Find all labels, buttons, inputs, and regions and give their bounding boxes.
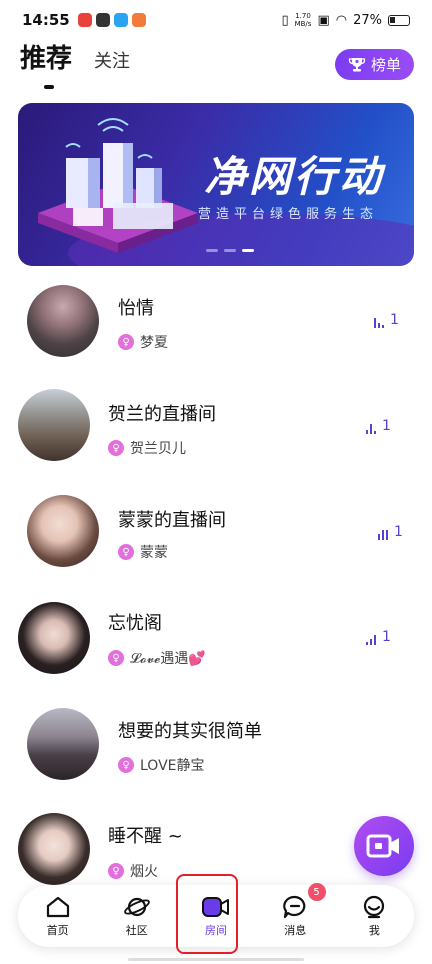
room-avatar bbox=[18, 813, 90, 885]
room-avatar bbox=[18, 389, 90, 461]
room-name: 想要的其实很简单 bbox=[118, 721, 262, 742]
room-name: 蒙蒙的直播间 bbox=[118, 510, 226, 531]
host-gender-icon: ♀ bbox=[108, 863, 124, 879]
banner-title: 净网行动 bbox=[204, 152, 385, 201]
live-signal-icon bbox=[366, 422, 376, 434]
room-name: 怡情 bbox=[118, 298, 154, 319]
status-time: 14:55 bbox=[22, 11, 70, 29]
profile-icon bbox=[364, 895, 385, 918]
active-tab-indicator bbox=[44, 85, 54, 89]
room-online-count: 1 bbox=[366, 418, 391, 434]
room-host: ♀ 𝓛𝓸𝓿𝓮遇遇💕 bbox=[108, 648, 206, 668]
wifi-icon: ◠ bbox=[335, 12, 348, 28]
home-icon bbox=[46, 896, 69, 917]
tab-recommend[interactable]: 推荐 bbox=[20, 38, 72, 89]
room-host: ♀ 贺兰贝儿 bbox=[108, 438, 186, 458]
pagination-dot bbox=[206, 249, 218, 252]
status-bar: 14:55 ▯ 1.70 MB/s ▣ ◠ 27% bbox=[0, 0, 432, 40]
room-name: 睡不醒 ~ bbox=[108, 826, 183, 847]
room-online-count: 1 bbox=[366, 629, 391, 645]
room-avatar bbox=[27, 495, 99, 567]
host-gender-icon: ♀ bbox=[118, 757, 134, 773]
weibo-icon bbox=[77, 13, 92, 27]
nav-home[interactable]: 首页 bbox=[18, 885, 97, 947]
nav-community[interactable]: 社区 bbox=[97, 885, 176, 947]
live-signal-icon bbox=[374, 316, 384, 328]
host-gender-icon: ♀ bbox=[118, 334, 134, 350]
notification-icons bbox=[77, 13, 146, 27]
room-item[interactable]: 忘忧阁 ♀ 𝓛𝓸𝓿𝓮遇遇💕 1 bbox=[0, 595, 432, 695]
net-speed: 1.70 MB/s bbox=[294, 12, 312, 28]
banner-pagination bbox=[206, 249, 254, 252]
tab-follow[interactable]: 关注 bbox=[94, 47, 130, 73]
battery-percent: 27% bbox=[353, 12, 382, 28]
rank-button[interactable]: 榜单 bbox=[335, 49, 414, 80]
pagination-dot bbox=[224, 249, 236, 252]
room-name: 忘忧阁 bbox=[108, 613, 162, 634]
promo-banner[interactable]: 净网行动 营造平台绿色服务生态 bbox=[18, 103, 414, 266]
room-host: ♀ LOVE静宝 bbox=[118, 755, 205, 775]
host-gender-icon: ♀ bbox=[118, 544, 134, 560]
room-host: ♀ 烟火 bbox=[108, 861, 158, 881]
room-avatar bbox=[27, 285, 99, 357]
live-signal-icon bbox=[378, 528, 388, 540]
home-indicator bbox=[128, 958, 304, 961]
room-avatar bbox=[27, 708, 99, 780]
unread-badge: 5 bbox=[307, 883, 326, 901]
top-tabs: 推荐 关注 bbox=[20, 38, 130, 89]
room-name: 贺兰的直播间 bbox=[108, 404, 216, 425]
message-icon bbox=[283, 895, 306, 918]
room-item[interactable]: 怡情 ♀ 梦夏 1 bbox=[0, 278, 432, 378]
app-icon bbox=[131, 13, 146, 27]
selection-highlight-box bbox=[176, 874, 238, 954]
host-gender-icon: ♀ bbox=[108, 440, 124, 456]
planet-icon bbox=[123, 897, 150, 916]
sim-icon: ▣ bbox=[317, 12, 330, 28]
app-icon bbox=[113, 13, 128, 27]
room-item[interactable]: 蒙蒙的直播间 ♀ 蒙蒙 1 bbox=[0, 490, 432, 590]
room-item[interactable]: 贺兰的直播间 ♀ 贺兰贝儿 1 bbox=[0, 384, 432, 484]
room-online-count: 1 bbox=[374, 312, 399, 328]
video-camera-icon bbox=[366, 834, 399, 858]
live-signal-icon bbox=[366, 633, 376, 645]
room-host: ♀ 蒙蒙 bbox=[118, 542, 168, 562]
host-gender-icon: ♀ bbox=[108, 650, 124, 666]
nav-messages[interactable]: 消息 5 bbox=[256, 883, 335, 947]
nav-me[interactable]: 我 bbox=[335, 885, 414, 947]
battery-icon bbox=[388, 14, 410, 26]
room-online-count: 1 bbox=[378, 524, 403, 540]
vibrate-icon: ▯ bbox=[281, 12, 289, 28]
banner-subtitle: 营造平台绿色服务生态 bbox=[198, 207, 379, 222]
trophy-icon bbox=[348, 57, 366, 71]
pagination-dot-active bbox=[242, 249, 254, 252]
room-item[interactable]: 想要的其实很简单 ♀ LOVE静宝 bbox=[0, 702, 432, 802]
app-icon bbox=[95, 13, 110, 27]
start-live-button[interactable] bbox=[354, 816, 414, 876]
room-avatar bbox=[18, 602, 90, 674]
room-host: ♀ 梦夏 bbox=[118, 332, 168, 352]
